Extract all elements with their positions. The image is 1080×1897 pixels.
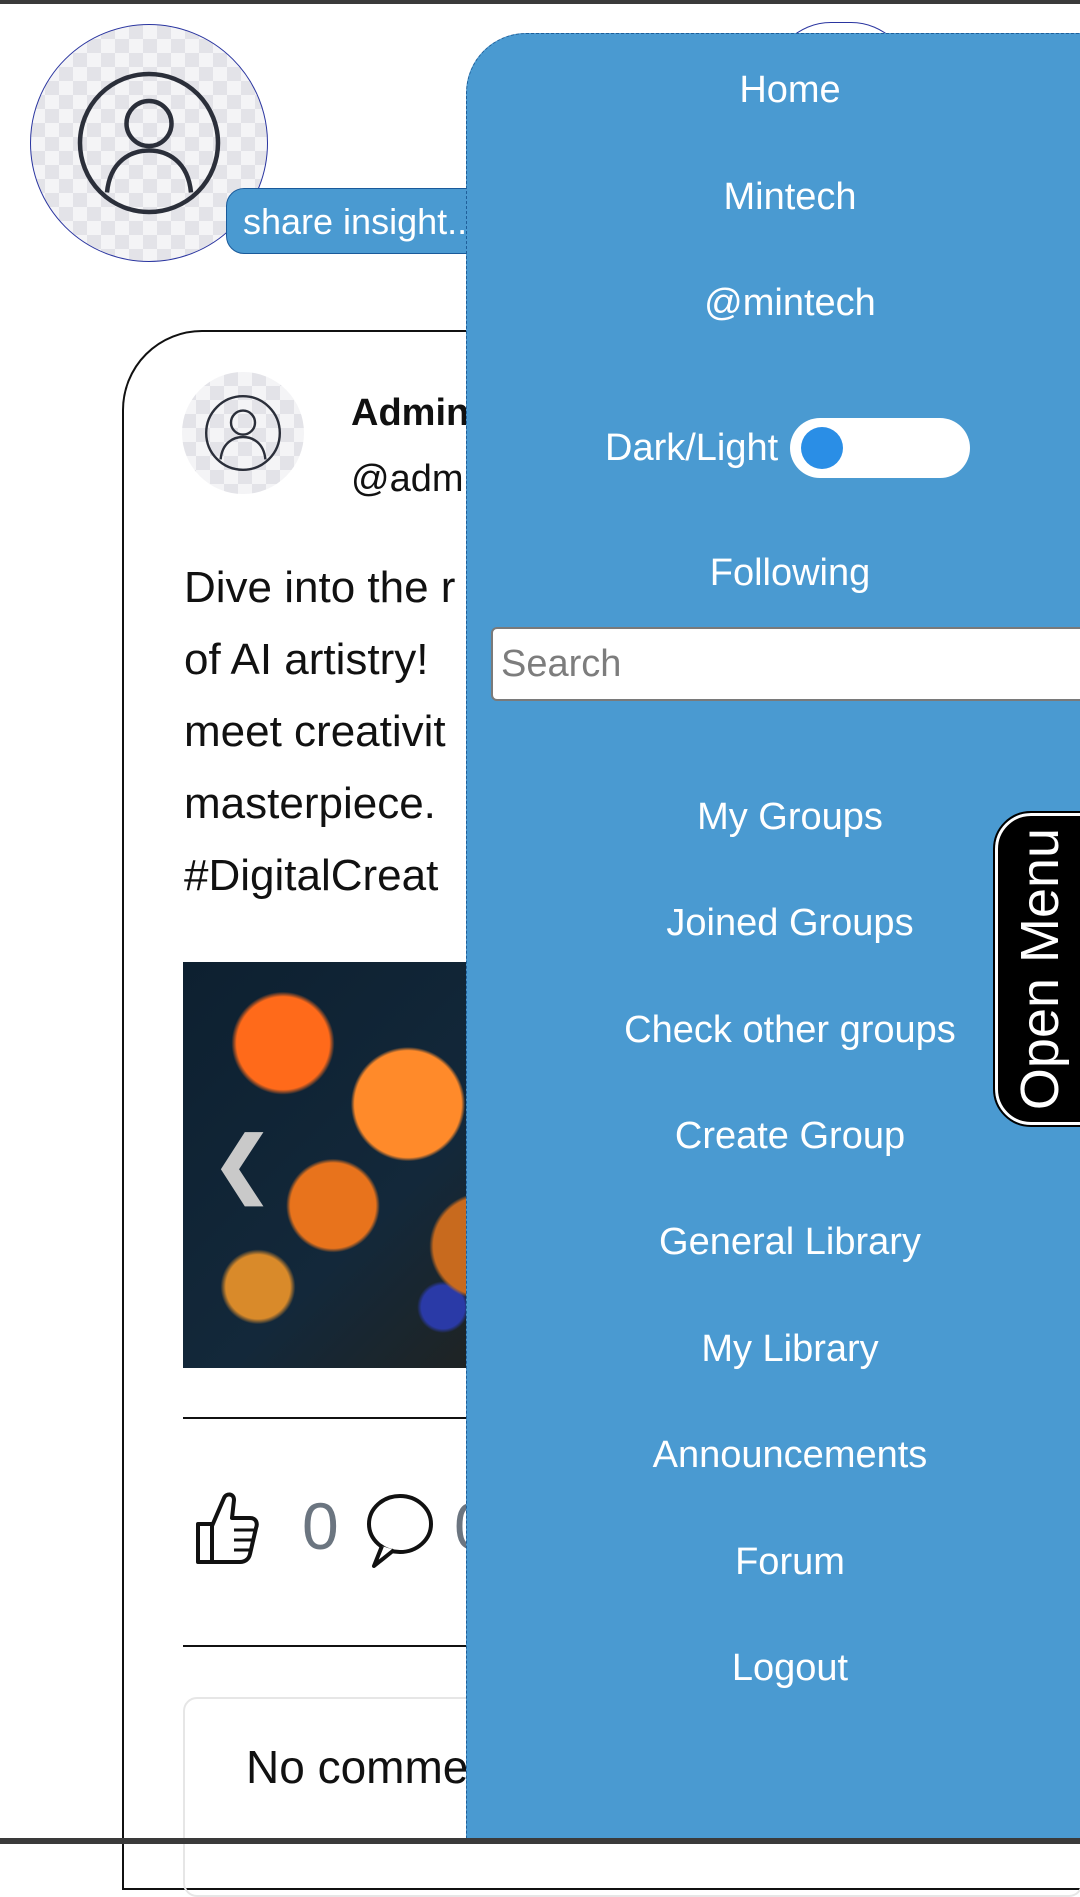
toggle-knob	[801, 427, 844, 469]
menu-item-joined-groups[interactable]: Joined Groups	[467, 900, 1080, 946]
menu-item-following[interactable]: Following	[467, 550, 1080, 596]
user-avatar-icon	[205, 395, 281, 471]
menu-item-profile-handle[interactable]: @mintech	[467, 280, 1080, 326]
bottom-border	[0, 1838, 1080, 1844]
menu-item-create-group[interactable]: Create Group	[467, 1113, 1080, 1159]
comments-empty-text: No comme	[246, 1741, 469, 1793]
speech-bubble-icon[interactable]	[364, 1490, 436, 1575]
open-menu-button[interactable]: Open Menu	[993, 811, 1080, 1127]
menu-item-forum[interactable]: Forum	[467, 1539, 1080, 1585]
menu-item-logout[interactable]: Logout	[467, 1645, 1080, 1691]
theme-toggle-switch[interactable]	[790, 418, 971, 478]
theme-toggle-label: Dark/Light	[605, 426, 779, 469]
chevron-left-icon[interactable]: ❮	[212, 1128, 272, 1200]
menu-item-my-library[interactable]: My Library	[467, 1326, 1080, 1372]
menu-item-check-other-groups[interactable]: Check other groups	[467, 1007, 1080, 1053]
user-avatar-icon	[77, 71, 221, 215]
side-menu-panel: Home Mintech @mintech Dark/Light Followi…	[466, 33, 1080, 1844]
post-author-name[interactable]: Admin	[351, 392, 469, 435]
open-menu-label: Open Menu	[1010, 827, 1070, 1111]
menu-item-general-library[interactable]: General Library	[467, 1219, 1080, 1265]
menu-item-announcements[interactable]: Announcements	[467, 1432, 1080, 1478]
theme-toggle-row: Dark/Light	[605, 418, 971, 478]
search-input[interactable]	[491, 627, 1080, 701]
post-author-avatar[interactable]	[182, 372, 304, 494]
thumbs-up-icon[interactable]	[194, 1490, 260, 1571]
menu-item-my-groups[interactable]: My Groups	[467, 794, 1080, 840]
like-count: 0	[302, 1489, 339, 1563]
menu-item-profile-name[interactable]: Mintech	[467, 174, 1080, 220]
menu-item-home[interactable]: Home	[467, 67, 1080, 113]
top-border	[0, 0, 1080, 4]
